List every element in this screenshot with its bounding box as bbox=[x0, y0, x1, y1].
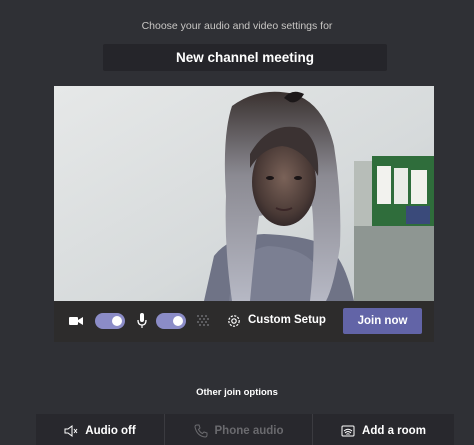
add-a-room-option[interactable]: Add a room bbox=[313, 414, 454, 445]
meeting-title-field: New channel meeting bbox=[103, 44, 387, 71]
speaker-muted-icon bbox=[64, 425, 78, 437]
phone-audio-option[interactable]: Phone audio bbox=[164, 414, 313, 445]
join-now-label: Join now bbox=[357, 315, 408, 327]
audio-off-label: Audio off bbox=[85, 425, 136, 437]
background-blur-icon[interactable] bbox=[196, 314, 210, 328]
camera-icon bbox=[69, 317, 83, 325]
cast-room-icon bbox=[341, 425, 355, 437]
phone-audio-label: Phone audio bbox=[214, 425, 284, 437]
camera-toggle[interactable] bbox=[95, 313, 125, 329]
microphone-toggle-knob bbox=[173, 316, 183, 326]
camera-toggle-knob bbox=[112, 316, 122, 326]
microphone-toggle[interactable] bbox=[156, 313, 186, 329]
settings-prompt: Choose your audio and video settings for bbox=[141, 20, 333, 32]
add-a-room-label: Add a room bbox=[362, 425, 426, 437]
device-controls-bar: Custom Setup Join now bbox=[54, 301, 434, 342]
pre-join-screen: Choose your audio and video settings for… bbox=[0, 0, 474, 445]
audio-off-option[interactable]: Audio off bbox=[36, 414, 164, 445]
meeting-title: New channel meeting bbox=[175, 50, 315, 65]
microphone-icon bbox=[137, 313, 147, 328]
custom-setup-link[interactable]: Custom Setup bbox=[248, 314, 326, 326]
video-preview-panel: Custom Setup Join now bbox=[54, 86, 434, 342]
join-now-button[interactable]: Join now bbox=[343, 308, 422, 334]
phone-icon bbox=[193, 424, 207, 438]
camera-preview bbox=[54, 86, 434, 301]
gear-icon[interactable] bbox=[226, 313, 242, 329]
other-join-options-heading: Other join options bbox=[196, 387, 278, 398]
other-join-options: Audio off Phone audio Add a room bbox=[36, 414, 454, 445]
